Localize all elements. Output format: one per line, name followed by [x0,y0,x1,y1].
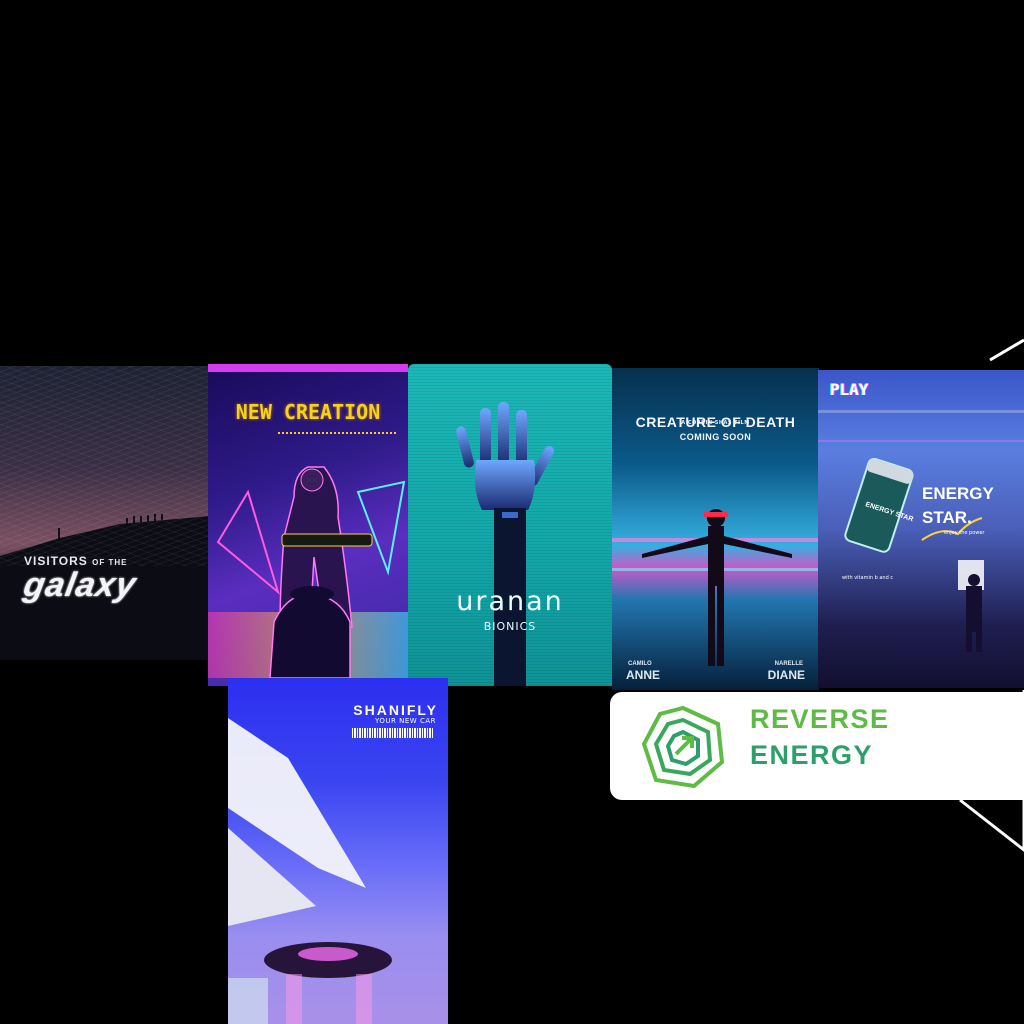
shanifly-title: SHANIFLY [353,702,438,718]
reverse-energy-logo-card[interactable]: REVERSE ENERGY [610,692,1024,800]
cast-first-name: CAMILO [628,661,652,667]
poster-shanifly[interactable]: SHANIFLY YOUR NEW CAR [228,678,448,1024]
galaxy-title-main: galaxy [20,566,140,604]
uranan-subtitle: BIONICS [483,620,537,633]
reverse-energy-line2: ENERGY [750,740,874,770]
energy-vitamins: with vitamin b and c [842,575,894,581]
shanifly-subtitle: YOUR NEW CAR [375,717,436,725]
cast-last-name: DIANE [767,668,805,682]
poster-creature-of-death[interactable]: A CORBIN SHAS FILM CREATURE OF DEATH COM… [612,368,819,690]
barcode-icon [352,728,434,738]
energy-tagline: enjoy the power [944,530,985,536]
poster-uranan-bionics[interactable]: uranan BIONICS [408,364,612,686]
cast-last-name: ANNE [626,668,661,682]
poster-visitors-of-the-galaxy[interactable]: VISITORS OF THE galaxy [0,366,210,660]
cast-first-name: NARELLE [774,661,803,667]
reverse-energy-line1: REVERSE [750,704,890,734]
creation-title: NEW CREATION [235,400,381,424]
energy-title: ENERGY STAR. [922,484,994,527]
robotic-hand-icon [456,402,554,686]
energy-play-label: PLAY [830,380,869,399]
star-trails [0,366,210,566]
creature-figure [612,509,819,666]
poster-new-creation[interactable]: NEW CREATION [208,364,408,686]
reverse-energy-logo-icon [641,705,725,789]
creation-divider [278,432,398,434]
poster-energy-star[interactable]: ENERGY STAR PLAY ENERGY STAR. enjoy the … [818,370,1024,688]
uranan-title: uranan [456,586,564,617]
